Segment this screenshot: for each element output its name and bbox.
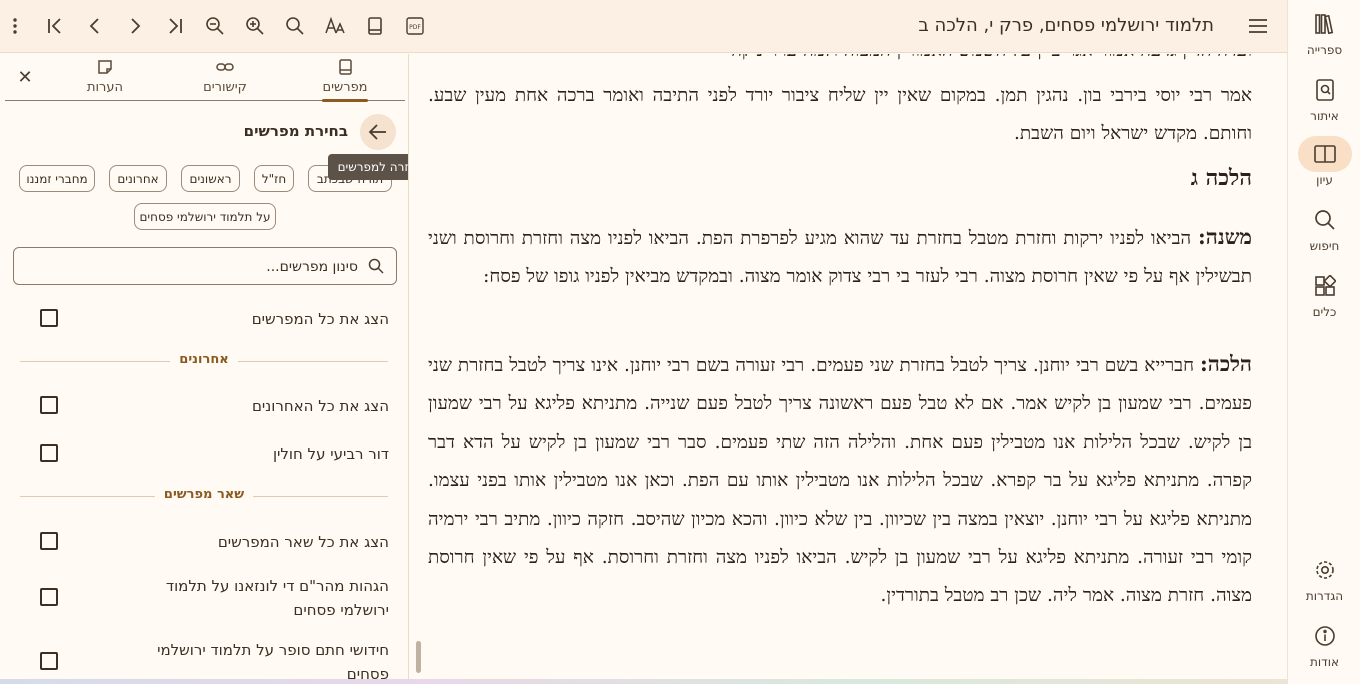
previous-icon[interactable] bbox=[77, 7, 113, 45]
last-page-icon[interactable] bbox=[157, 7, 193, 45]
search-icon bbox=[368, 258, 384, 274]
navigation-rail: ספרייה איתור עיון חיפוש כלים הגדרות אודו… bbox=[1287, 0, 1360, 684]
text-content: ועדה הדין גדעה אמור אגר ביין על השמש האמ… bbox=[422, 54, 1260, 684]
list-item: חידושי חתם סופר על תלמוד ירושלמי פסחים bbox=[0, 636, 408, 684]
tab-notes[interactable]: הערות bbox=[82, 58, 128, 98]
commentaries-panel: ✕ מפרשים קישורים הערות בחירת מפרשים חזרה… bbox=[0, 54, 409, 684]
rail-label-locate: איתור bbox=[1310, 109, 1339, 123]
next-icon[interactable] bbox=[117, 7, 153, 45]
checkbox[interactable] bbox=[40, 588, 58, 606]
list-item: דור רביעי על חולין bbox=[0, 433, 408, 473]
locate-icon bbox=[1298, 72, 1352, 108]
search-icon bbox=[1298, 202, 1352, 238]
menu-icon[interactable] bbox=[1240, 7, 1276, 45]
search-icon[interactable] bbox=[277, 7, 313, 45]
selection-title: בחירת מפרשים bbox=[243, 122, 348, 140]
rail-label-about: אודות bbox=[1310, 655, 1339, 669]
tab-commentaries[interactable]: מפרשים bbox=[322, 58, 368, 98]
filter-chip-chazal[interactable]: חז"ל bbox=[254, 165, 294, 192]
item-label: חידושי חתם סופר על תלמוד ירושלמי פסחים bbox=[157, 641, 389, 683]
mishna-text: הביאו לפניו ירקות וחזרת מטבל בחזרת עד שה… bbox=[428, 228, 1252, 288]
item-label: הצג את כל המפרשים bbox=[251, 310, 389, 328]
pdf-icon[interactable]: PDF bbox=[397, 7, 433, 45]
halacha-paragraph: הלכה: חברייא בשם רבי יוחנן. צריך לטבל בח… bbox=[428, 345, 1252, 616]
filter-chip-rishonim[interactable]: ראשונים bbox=[181, 165, 240, 192]
filter-chip-acharonim[interactable]: אחרונים bbox=[109, 165, 167, 192]
info-icon bbox=[1298, 618, 1352, 654]
tab-label: קישורים bbox=[203, 80, 247, 95]
partial-line: ועדה הדין גדעה אמור אגר ביין על השמש האמ… bbox=[428, 54, 1252, 70]
rail-label-tools: כלים bbox=[1312, 305, 1337, 319]
checkbox[interactable] bbox=[40, 444, 58, 462]
app-window: PDF תלמוד ירושלמי פסחים, פרק י, הלכה ב ס… bbox=[0, 0, 1360, 684]
section-title: שאר מפרשים bbox=[163, 487, 245, 502]
item-label: דור רביעי על חולין bbox=[272, 445, 389, 463]
note-icon bbox=[98, 60, 112, 74]
back-button[interactable] bbox=[360, 114, 396, 150]
font-size-icon[interactable] bbox=[317, 7, 353, 45]
zoom-out-icon[interactable] bbox=[197, 7, 233, 45]
item-label: הצג את כל האחרונים bbox=[251, 397, 389, 415]
tools-icon bbox=[1298, 268, 1352, 304]
filter-chip-on-book[interactable]: על תלמוד ירושלמי פסחים bbox=[134, 203, 276, 230]
checkbox[interactable] bbox=[40, 396, 58, 414]
document-title: תלמוד ירושלמי פסחים, פרק י, הלכה ב bbox=[918, 15, 1214, 36]
arrow-left-icon bbox=[368, 124, 386, 140]
filter-chip-contemporary[interactable]: מחברי זמננו bbox=[19, 165, 95, 192]
rail-label-settings: הגדרות bbox=[1305, 589, 1344, 603]
close-icon[interactable]: ✕ bbox=[14, 66, 36, 88]
item-label: הגהות מהר"ם די לונזאנו על תלמוד ירושלמי … bbox=[165, 577, 389, 619]
book-icon bbox=[339, 59, 352, 75]
library-icon bbox=[1298, 6, 1352, 42]
rail-label-library: ספרייה bbox=[1306, 43, 1343, 57]
rail-label-search: חיפוש bbox=[1309, 239, 1340, 253]
first-page-icon[interactable] bbox=[37, 7, 73, 45]
rail-item-tools[interactable]: כלים bbox=[1288, 268, 1360, 328]
list-item: הצג את כל האחרונים bbox=[0, 385, 408, 425]
rail-item-locate[interactable]: איתור bbox=[1288, 72, 1360, 132]
filter-input[interactable] bbox=[28, 257, 358, 277]
book-icon[interactable] bbox=[357, 7, 393, 45]
checkbox[interactable] bbox=[40, 652, 58, 670]
section-header-acharonim: אחרונים bbox=[20, 352, 388, 372]
filter-search-box bbox=[13, 247, 397, 285]
item-label: הצג את כל שאר המפרשים bbox=[217, 533, 389, 551]
checkbox[interactable] bbox=[40, 309, 58, 327]
halacha-text: חברייא בשם רבי יוחנן. צריך לטבל בחזרת שנ… bbox=[428, 355, 1252, 607]
taskbar-edge bbox=[0, 679, 1287, 684]
section-heading: הלכה ג bbox=[1190, 165, 1252, 191]
tab-label: הערות bbox=[86, 80, 124, 95]
back-tooltip: חזרה למפרשים bbox=[328, 154, 408, 180]
settings-icon bbox=[1298, 552, 1352, 588]
rail-item-search[interactable]: חיפוש bbox=[1288, 202, 1360, 262]
more-vertical-icon[interactable] bbox=[0, 7, 33, 45]
toolbar: PDF תלמוד ירושלמי פסחים, פרק י, הלכה ב bbox=[0, 0, 1287, 53]
svg-text:PDF: PDF bbox=[409, 24, 421, 31]
rail-item-settings[interactable]: הגדרות bbox=[1288, 552, 1360, 612]
rail-label-study: עיון bbox=[1316, 173, 1333, 187]
tab-links[interactable]: קישורים bbox=[196, 58, 254, 98]
rail-item-library[interactable]: ספרייה bbox=[1288, 6, 1360, 66]
zoom-in-icon[interactable] bbox=[237, 7, 273, 45]
mishna-label: משנה: bbox=[1198, 224, 1253, 249]
section-title: אחרונים bbox=[179, 352, 229, 367]
rail-item-about[interactable]: אודות bbox=[1288, 618, 1360, 678]
section-header-other: שאר מפרשים bbox=[20, 487, 388, 507]
list-item: הגהות מהר"ם די לונזאנו על תלמוד ירושלמי … bbox=[0, 572, 408, 624]
paragraph: אמר רבי יוסי בירבי בון. נהגין תמן. במקום… bbox=[428, 85, 1252, 145]
tab-label: מפרשים bbox=[322, 80, 368, 95]
halacha-label: הלכה: bbox=[1200, 351, 1253, 376]
panel-scrollbar[interactable] bbox=[416, 641, 421, 673]
link-icon bbox=[216, 63, 234, 71]
list-item: הצג את כל שאר המפרשים bbox=[0, 521, 408, 561]
active-tab-indicator bbox=[322, 99, 368, 102]
checkbox[interactable] bbox=[40, 532, 58, 550]
rail-item-study[interactable]: עיון bbox=[1288, 136, 1360, 196]
list-item-show-all: הצג את כל המפרשים bbox=[0, 298, 408, 338]
mishna-paragraph: משנה: הביאו לפניו ירקות וחזרת מטבל בחזרת… bbox=[428, 218, 1252, 297]
open-book-icon bbox=[1297, 136, 1352, 172]
